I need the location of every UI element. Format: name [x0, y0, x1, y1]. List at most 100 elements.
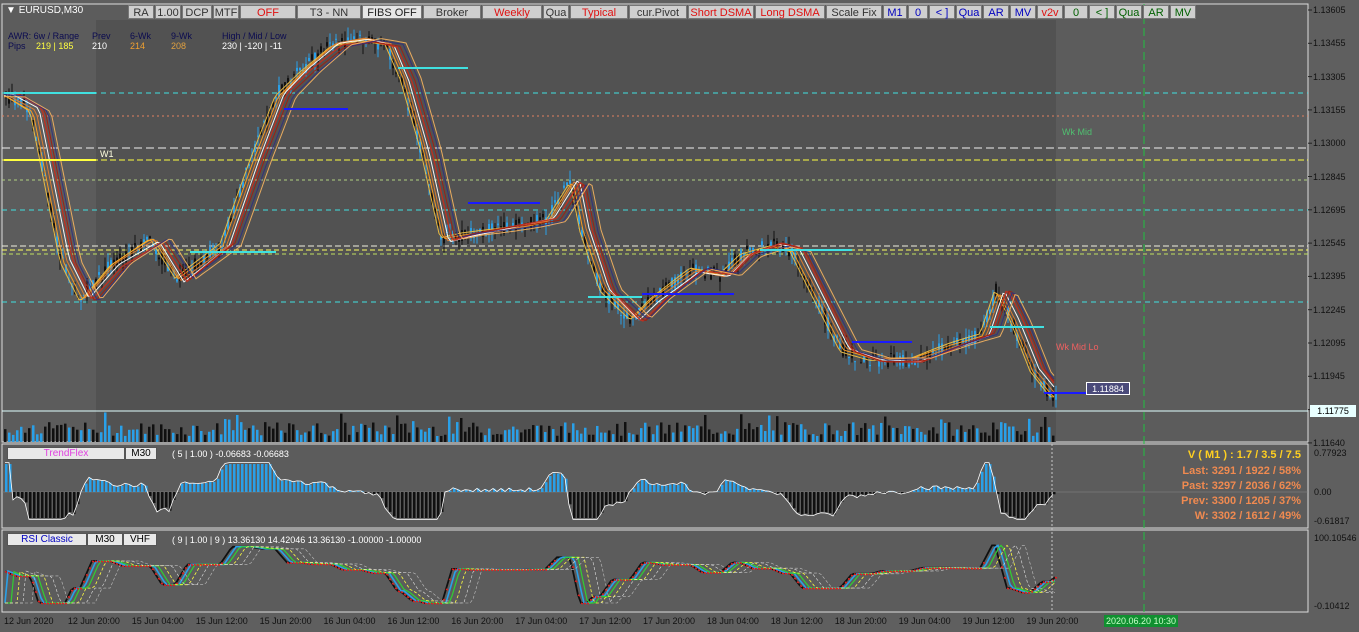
trendflex-bar — [1001, 492, 1004, 513]
toolbar-button[interactable]: T3 - NN — [297, 5, 361, 19]
time-axis-label: 19 Jun 12:00 — [962, 616, 1015, 626]
toolbar-button[interactable]: < ] — [929, 5, 955, 19]
candle-body — [539, 217, 541, 220]
volume-bar — [648, 426, 651, 442]
toolbar-button[interactable]: OFF — [240, 5, 296, 19]
candle-body — [149, 236, 151, 239]
volume-bar — [16, 430, 19, 442]
toolbar-button[interactable]: FIBS OFF — [362, 5, 422, 19]
trendflex-bar — [869, 492, 872, 494]
toolbar-button[interactable]: 0 — [1064, 5, 1088, 19]
toolbar-button[interactable]: M1 — [883, 5, 907, 19]
toolbar-button[interactable]: Weekly — [482, 5, 542, 19]
toolbar-button[interactable]: AR — [983, 5, 1009, 19]
volume-bar — [320, 432, 323, 442]
toolbar-button[interactable]: Broker — [423, 5, 481, 19]
volume-bar — [1048, 427, 1051, 442]
toolbar-button[interactable]: Long DSMA — [755, 5, 825, 19]
volume-bar — [796, 424, 799, 442]
toolbar-button[interactable]: MV — [1010, 5, 1036, 19]
trendflex-bar — [673, 483, 676, 492]
candle-body — [554, 200, 556, 203]
dropdown-triangle-icon[interactable]: ▼ — [6, 5, 19, 16]
toolbar-button[interactable]: RA — [128, 5, 154, 19]
trendflex-bar — [977, 483, 980, 492]
rsi-name[interactable]: RSI Classic — [7, 533, 87, 546]
candle-body — [359, 34, 361, 36]
toolbar-button[interactable]: Qua — [543, 5, 569, 19]
volume-bar — [612, 434, 615, 442]
volume-bar — [952, 435, 955, 442]
volume-bar — [980, 432, 983, 442]
volume-bar — [508, 429, 511, 442]
toolbar-button[interactable]: Typical — [570, 5, 628, 19]
volume-bar — [968, 429, 971, 442]
volume-bar — [472, 422, 475, 442]
volume-bar — [1020, 434, 1023, 442]
toolbar-button[interactable]: AR — [1143, 5, 1169, 19]
candle-body — [848, 356, 850, 359]
volume-bar — [928, 430, 931, 442]
volume-bar — [860, 427, 863, 442]
rsi-timeframe[interactable]: M30 — [87, 533, 123, 546]
toolbar-button[interactable]: v2v — [1037, 5, 1063, 19]
volume-bar — [528, 429, 531, 442]
price-axis-label: 1.13455 — [1313, 38, 1346, 49]
trendflex-bar — [825, 492, 828, 513]
trendflex-bar — [809, 492, 812, 515]
trendflex-bar — [165, 492, 168, 508]
volume-bar — [504, 430, 507, 442]
trendflex-bar — [117, 486, 120, 492]
toolbar-button[interactable]: 0 — [908, 5, 928, 19]
toolbar-button[interactable]: Scale Fix — [826, 5, 882, 19]
trendflex-name[interactable]: TrendFlex — [7, 447, 125, 460]
trendflex-bar — [729, 481, 732, 492]
candle-body — [497, 223, 499, 226]
toolbar-button[interactable]: MTF — [213, 5, 239, 19]
rsi-mode[interactable]: VHF — [123, 533, 157, 546]
trendflex-bar — [621, 492, 624, 503]
trendflex-bar — [997, 492, 1000, 495]
candle-body — [320, 46, 322, 53]
toolbar-button[interactable]: cur.Pivot — [629, 5, 687, 19]
volume-bar — [756, 427, 759, 442]
toolbar-button[interactable]: Short DSMA — [688, 5, 754, 19]
trendflex-bar — [409, 492, 412, 518]
volume-bar — [556, 435, 559, 442]
trendflex-bar — [1041, 492, 1044, 504]
volume-bar — [160, 424, 163, 442]
trendflex-bar — [553, 473, 556, 492]
volume-bar — [356, 432, 359, 442]
volume-bar — [252, 425, 255, 442]
trendflex-bar — [785, 492, 788, 499]
volume-bar — [856, 435, 859, 442]
volume-bar — [148, 426, 151, 442]
toolbar-button[interactable]: MV — [1170, 5, 1196, 19]
toolbar-button[interactable]: Qua — [1116, 5, 1142, 19]
trendflex-bar — [633, 488, 636, 492]
volume-bar — [100, 432, 103, 442]
trendflex-bar — [153, 492, 156, 503]
volume-bar — [876, 434, 879, 442]
toolbar-button[interactable]: DCP — [182, 5, 212, 19]
volume-bar — [208, 431, 211, 442]
volume-bar — [420, 429, 423, 442]
trendflex-timeframe[interactable]: M30 — [125, 447, 157, 460]
trendflex-bar — [21, 492, 24, 499]
trendflex-bar — [617, 492, 620, 502]
trendflex-bar — [781, 492, 784, 494]
trendflex-bar — [225, 464, 228, 492]
trendflex-bar — [17, 492, 20, 497]
trendflex-bar — [541, 488, 544, 492]
price-axis-label: 1.12845 — [1313, 171, 1346, 182]
toolbar-button[interactable]: 1.00 — [155, 5, 181, 19]
awr-pips-value: 219 | 185 — [36, 41, 74, 51]
volume-bar — [936, 433, 939, 442]
volume-bar — [88, 429, 91, 442]
trendflex-bar — [1037, 492, 1040, 505]
toolbar-button[interactable]: Qua — [956, 5, 982, 19]
volume-bar — [992, 422, 995, 442]
toolbar-button[interactable]: < ] — [1089, 5, 1115, 19]
trendflex-bar — [381, 492, 384, 499]
price-axis-label: 1.13305 — [1313, 71, 1346, 82]
